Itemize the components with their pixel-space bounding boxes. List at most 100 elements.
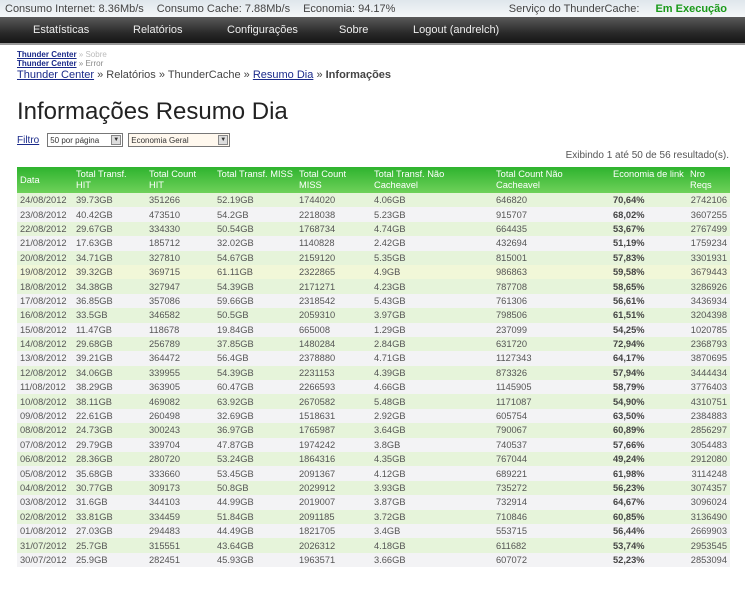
table-cell: 351266 <box>146 193 214 208</box>
table-cell: 5.23GB <box>371 207 493 222</box>
table-cell: 33.5GB <box>73 308 146 323</box>
filter-link[interactable]: Filtro <box>17 135 39 146</box>
table-cell: 2231153 <box>296 365 371 381</box>
table-cell: 473510 <box>146 207 214 222</box>
table-cell: 61.11GB <box>214 264 296 280</box>
table-cell: 3114248 <box>687 466 730 481</box>
table-cell: 53,74% <box>610 538 687 553</box>
table-cell: 52,23% <box>610 552 687 568</box>
breadcrumb: Thunder Center » Relatórios » ThunderCac… <box>17 69 391 81</box>
table-cell: 333660 <box>146 466 214 481</box>
nav-relatorios[interactable]: Relatórios <box>133 24 183 36</box>
table-cell: 3136490 <box>687 509 730 524</box>
table-cell: 1480284 <box>296 336 371 352</box>
table-cell: 3444434 <box>687 365 730 381</box>
table-cell: 2767499 <box>687 221 730 237</box>
table-cell: 07/08/2012 <box>17 437 73 453</box>
per-page-select[interactable]: 50 por página ▼ <box>47 133 124 147</box>
column-header[interactable]: Data <box>17 167 73 193</box>
table-cell: 4.06GB <box>371 193 493 208</box>
table-row: 10/08/2012 38.11GB 469082 63.92GB 2670582 5.4… <box>17 394 730 409</box>
column-header[interactable]: Total Count Não Cacheavel <box>493 167 610 193</box>
table-cell: 39.21GB <box>73 351 146 366</box>
table-cell: 2853094 <box>687 552 730 568</box>
table-cell: 38.11GB <box>73 394 146 409</box>
table-cell: 2670582 <box>296 394 371 409</box>
table-row: 24/08/2012 39.73GB 351266 52.19GB 1744020 4.0… <box>17 193 730 208</box>
table-cell: 185712 <box>146 236 214 251</box>
nav-sobre[interactable]: Sobre <box>339 24 368 36</box>
table-cell: 30/07/2012 <box>17 552 73 568</box>
table-cell: 19/08/2012 <box>17 264 73 280</box>
table-cell: 2669903 <box>687 523 730 539</box>
table-cell: 1020785 <box>687 322 730 337</box>
crumb-thunder-center[interactable]: Thunder Center <box>17 69 94 81</box>
table-cell: 57,94% <box>610 365 687 381</box>
table-cell: 2091185 <box>296 509 371 524</box>
column-header[interactable]: Total Transf. MISS <box>214 167 296 193</box>
column-header[interactable]: Total Transf. HIT <box>73 167 146 193</box>
table-cell: 1127343 <box>493 351 610 366</box>
table-cell: 11/08/2012 <box>17 380 73 395</box>
table-cell: 3776403 <box>687 380 730 395</box>
column-header[interactable]: Total Transf. Não Cacheavel <box>371 167 493 193</box>
crumb-link[interactable]: Thunder Center <box>17 50 77 59</box>
table-cell: 64,67% <box>610 495 687 510</box>
table-cell: 3.64GB <box>371 423 493 438</box>
table-cell: 56,44% <box>610 523 687 539</box>
crumb-resumo-dia[interactable]: Resumo Dia <box>253 69 314 81</box>
table-cell: 72,94% <box>610 336 687 352</box>
table-cell: 4.18GB <box>371 538 493 553</box>
table-cell: 5.48GB <box>371 394 493 409</box>
table-cell: 327810 <box>146 250 214 265</box>
table-cell: 256789 <box>146 336 214 352</box>
column-header[interactable]: Nro Reqs <box>687 167 730 193</box>
table-cell: 611682 <box>493 538 610 553</box>
table-cell: 54.67GB <box>214 250 296 265</box>
nav-configuracoes[interactable]: Configurações <box>227 24 298 36</box>
table-cell: 25.7GB <box>73 538 146 553</box>
column-header[interactable]: Total Count HIT <box>146 167 214 193</box>
table-cell: 2384883 <box>687 408 730 424</box>
table-cell: 3054483 <box>687 437 730 453</box>
table-cell: 44.99GB <box>214 495 296 510</box>
table-cell: 4.74GB <box>371 221 493 237</box>
table-cell: 2266593 <box>296 380 371 395</box>
table-cell: 50.54GB <box>214 221 296 237</box>
table-cell: 32.02GB <box>214 236 296 251</box>
crumb-text: » Error <box>78 59 104 68</box>
table-cell: 31/07/2012 <box>17 538 73 553</box>
table-cell: 49,24% <box>610 452 687 467</box>
table-cell: 873326 <box>493 365 610 381</box>
table-cell: 4.71GB <box>371 351 493 366</box>
table-cell: 790067 <box>493 423 610 438</box>
mode-select[interactable]: Economia Geral ▼ <box>128 133 231 147</box>
table-cell: 339704 <box>146 437 214 453</box>
table-cell: 53.24GB <box>214 452 296 467</box>
table-cell: 17.63GB <box>73 236 146 251</box>
table-cell: 06/08/2012 <box>17 452 73 467</box>
table-cell: 915707 <box>493 207 610 222</box>
nav-estatisticas[interactable]: Estatísticas <box>33 24 89 36</box>
table-cell: 15/08/2012 <box>17 322 73 337</box>
table-cell: 51,19% <box>610 236 687 251</box>
table-cell: 20/08/2012 <box>17 250 73 265</box>
table-cell: 35.68GB <box>73 466 146 481</box>
table-cell: 25.9GB <box>73 552 146 568</box>
crumb-link[interactable]: Thunder Center <box>17 59 77 68</box>
crumb-text: » Sobre <box>78 50 107 59</box>
table-cell: 2.92GB <box>371 408 493 424</box>
page-title: Informações Resumo Dia <box>17 98 288 125</box>
table-cell: 1171087 <box>493 394 610 409</box>
table-row: 14/08/2012 29.68GB 256789 37.85GB 1480284 2.8… <box>17 336 730 352</box>
table-cell: 05/08/2012 <box>17 466 73 481</box>
table-cell: 4.23GB <box>371 279 493 294</box>
column-header[interactable]: Total Count MISS <box>296 167 371 193</box>
table-cell: 553715 <box>493 523 610 539</box>
column-header[interactable]: Economia de link <box>610 167 687 193</box>
table-cell: 294483 <box>146 523 214 539</box>
table-cell: 39.32GB <box>73 264 146 280</box>
cache-usage: Consumo Cache: 7.88Mb/s <box>156 2 291 15</box>
table-cell: 280720 <box>146 452 214 467</box>
nav-logout[interactable]: Logout (andrelch) <box>413 24 499 36</box>
